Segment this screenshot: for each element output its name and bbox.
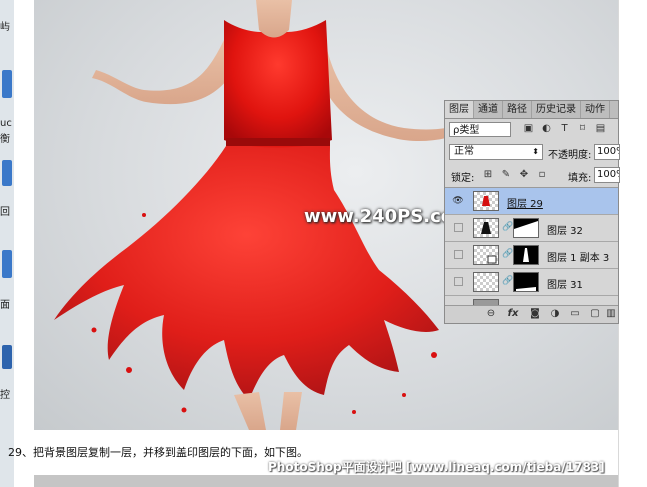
- tab-history[interactable]: 历史记录: [532, 101, 581, 118]
- tab-actions[interactable]: 动作: [581, 101, 610, 118]
- desktop-icon-1[interactable]: [2, 70, 12, 98]
- layer-mask[interactable]: [513, 245, 539, 265]
- mask-shape-icon: [523, 248, 529, 262]
- link-icon: 🔗: [502, 276, 514, 286]
- layer-row-31[interactable]: 🔗 图层 31: [445, 269, 618, 296]
- new-group-icon[interactable]: ▭: [569, 308, 581, 320]
- next-image-top: [34, 475, 618, 487]
- layer-thumbnail: [473, 191, 499, 211]
- desktop-label-4: 回: [0, 207, 10, 218]
- desktop-icon-3[interactable]: [2, 250, 12, 278]
- delete-layer-icon[interactable]: ▥: [605, 308, 617, 320]
- opacity-field[interactable]: 100%: [594, 144, 620, 160]
- layer-thumbnail: [473, 245, 499, 265]
- layer-thumbnail: [473, 272, 499, 292]
- filter-smart-object-icon[interactable]: ▤: [595, 123, 606, 135]
- blend-row: 正常 ⬍ 不透明度: 100%: [445, 142, 620, 162]
- layer-name: 图层 31: [547, 280, 583, 291]
- desktop-label-2: uc: [0, 118, 12, 129]
- lock-all-icon[interactable]: ▫: [537, 169, 547, 180]
- layer-name: 图层 32: [547, 226, 583, 237]
- opacity-label: 不透明度:: [548, 150, 592, 161]
- fx-icon[interactable]: fx: [507, 308, 519, 320]
- desktop-label-3: 衡: [0, 134, 10, 145]
- layer-filter-select[interactable]: ρ类型: [449, 122, 511, 137]
- layer-mask[interactable]: [513, 272, 539, 292]
- tab-channels[interactable]: 通道: [474, 101, 503, 118]
- desktop-icon-4[interactable]: [2, 345, 12, 369]
- eye-icon[interactable]: 👁: [452, 196, 464, 206]
- desktop-label-1: 屿: [0, 22, 10, 33]
- silhouette-thumbnail-icon: [481, 222, 491, 234]
- lock-transparent-icon[interactable]: ⊞: [483, 169, 493, 180]
- link-layers-icon[interactable]: ⊖: [485, 308, 497, 320]
- lock-move-icon[interactable]: ✥: [519, 169, 529, 180]
- link-icon: 🔗: [502, 249, 514, 259]
- desktop-label-5: 面: [0, 300, 10, 311]
- dress-thumbnail-icon: [482, 196, 490, 206]
- desktop-label-6: 控: [0, 390, 10, 401]
- layer-list: 👁 图层 29 🔗 图层 32 🔗 图层 1 副本 3 🔗 图层 31: [445, 187, 618, 309]
- layer-name: 图层 1 副本 3: [547, 253, 610, 264]
- tab-layers[interactable]: 图层: [445, 101, 474, 118]
- layer-thumbnail: [473, 218, 499, 238]
- layer-row-1-copy-3[interactable]: 🔗 图层 1 副本 3: [445, 242, 618, 269]
- filter-row: ρ类型 ▣ ◐ T ⌑ ▤: [445, 120, 618, 140]
- fill-field[interactable]: 100%: [594, 167, 620, 183]
- mask-shape-icon: [516, 287, 536, 291]
- smart-object-icon: [487, 255, 497, 264]
- visibility-toggle[interactable]: [454, 223, 463, 232]
- new-layer-icon[interactable]: ▢: [589, 308, 601, 320]
- tab-paths[interactable]: 路径: [503, 101, 532, 118]
- desktop-icon-2[interactable]: [2, 160, 12, 186]
- step-caption: 29、把背景图层复制一层，并移到盖印图层的下面，如下图。: [8, 446, 308, 459]
- layer-mask[interactable]: [513, 218, 539, 238]
- link-icon: 🔗: [502, 222, 514, 232]
- lock-label: 锁定:: [451, 173, 475, 184]
- filter-pixel-icon[interactable]: ▣: [523, 123, 534, 135]
- filter-shape-icon[interactable]: ⌑: [577, 123, 588, 135]
- lock-row: 锁定: ⊞ ✎ ✥ ▫ 填充: 100%: [445, 165, 620, 185]
- visibility-toggle[interactable]: [454, 277, 463, 286]
- mask-shape-icon: [514, 221, 538, 237]
- blend-mode-value: 正常: [454, 146, 474, 157]
- forum-watermark: PhotoShop平面设计吧 [www.lineaq.com/tieba/178…: [268, 460, 605, 474]
- desktop-edge-strip: 屿 uc 衡 回 面 控: [0, 0, 14, 487]
- layer-row-32[interactable]: 🔗 图层 32: [445, 215, 618, 242]
- panel-tab-bar: 图层 通道 路径 历史记录 动作: [445, 101, 618, 119]
- layer-row-29[interactable]: 👁 图层 29: [445, 188, 618, 215]
- add-mask-icon[interactable]: ◙: [529, 308, 541, 320]
- layers-panel-footer: ⊖ fx ◙ ◑ ▭ ▢ ▥: [445, 305, 618, 323]
- filter-adjustment-icon[interactable]: ◐: [541, 123, 552, 135]
- visibility-toggle[interactable]: [454, 250, 463, 259]
- blend-mode-select[interactable]: 正常 ⬍: [449, 144, 543, 160]
- fill-label: 填充:: [568, 173, 592, 184]
- filter-type-icon[interactable]: T: [559, 123, 570, 135]
- chevron-down-icon: ⬍: [532, 147, 539, 156]
- adjustment-layer-icon[interactable]: ◑: [549, 308, 561, 320]
- lock-brush-icon[interactable]: ✎: [501, 169, 511, 180]
- layers-panel: 图层 通道 路径 历史记录 动作 ρ类型 ▣ ◐ T ⌑ ▤ 正常 ⬍ 不透明度…: [444, 100, 620, 324]
- layer-name: 图层 29: [507, 199, 543, 210]
